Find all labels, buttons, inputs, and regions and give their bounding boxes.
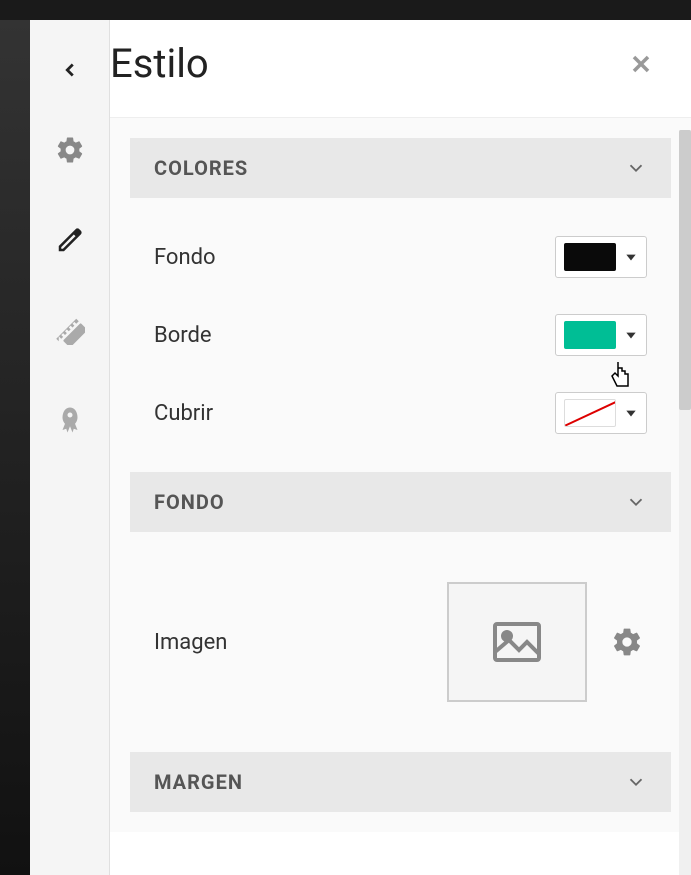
sidebar-measure[interactable] bbox=[50, 310, 90, 350]
row-cubrir: Cubrir bbox=[130, 374, 671, 452]
sidebar bbox=[30, 20, 110, 875]
dropdown-arrow-icon bbox=[624, 328, 638, 342]
chevron-down-icon bbox=[625, 491, 647, 513]
row-borde: Borde bbox=[130, 296, 671, 374]
row-imagen: Imagen bbox=[130, 552, 671, 732]
sidebar-launch[interactable] bbox=[50, 400, 90, 440]
color-picker-cubrir[interactable] bbox=[555, 392, 647, 434]
section-colores-header[interactable]: COLORES bbox=[130, 138, 671, 198]
label-fondo: Fondo bbox=[154, 245, 216, 270]
panel-header: Estilo bbox=[110, 20, 691, 118]
gear-icon bbox=[611, 626, 643, 658]
image-picker[interactable] bbox=[447, 582, 587, 702]
back-button[interactable] bbox=[50, 50, 90, 90]
label-borde: Borde bbox=[154, 323, 212, 348]
sidebar-style[interactable] bbox=[50, 220, 90, 260]
color-picker-borde[interactable] bbox=[555, 314, 647, 356]
chevron-down-icon bbox=[625, 157, 647, 179]
label-cubrir: Cubrir bbox=[154, 401, 213, 426]
color-picker-fondo[interactable] bbox=[555, 236, 647, 278]
section-margen-title: MARGEN bbox=[154, 770, 243, 794]
chevron-left-icon bbox=[59, 59, 81, 81]
close-button[interactable] bbox=[621, 44, 661, 84]
swatch-cubrir bbox=[564, 399, 616, 427]
dropdown-arrow-icon bbox=[624, 250, 638, 264]
swatch-borde bbox=[564, 321, 616, 349]
section-colores-body: Fondo Borde bbox=[130, 198, 671, 472]
row-fondo: Fondo bbox=[130, 218, 671, 296]
main-panel: Estilo COLORES Fondo bbox=[110, 20, 691, 875]
close-icon bbox=[627, 50, 655, 78]
rocket-icon bbox=[55, 405, 85, 435]
scrollbar[interactable] bbox=[679, 130, 691, 875]
sidebar-settings[interactable] bbox=[50, 130, 90, 170]
section-colores-title: COLORES bbox=[154, 156, 248, 180]
image-settings-button[interactable] bbox=[607, 626, 647, 658]
swatch-fondo bbox=[564, 243, 616, 271]
brush-icon bbox=[55, 225, 85, 255]
label-imagen: Imagen bbox=[154, 630, 227, 655]
gear-icon bbox=[55, 135, 85, 165]
section-fondo-header[interactable]: FONDO bbox=[130, 472, 671, 532]
panel-title: Estilo bbox=[110, 40, 209, 87]
ruler-icon bbox=[55, 315, 85, 345]
section-fondo-title: FONDO bbox=[154, 490, 225, 514]
section-margen-header[interactable]: MARGEN bbox=[130, 752, 671, 812]
scrollbar-thumb[interactable] bbox=[679, 130, 691, 410]
chevron-down-icon bbox=[625, 771, 647, 793]
dropdown-arrow-icon bbox=[624, 406, 638, 420]
image-icon bbox=[492, 622, 542, 662]
section-fondo-body: Imagen bbox=[130, 532, 671, 752]
